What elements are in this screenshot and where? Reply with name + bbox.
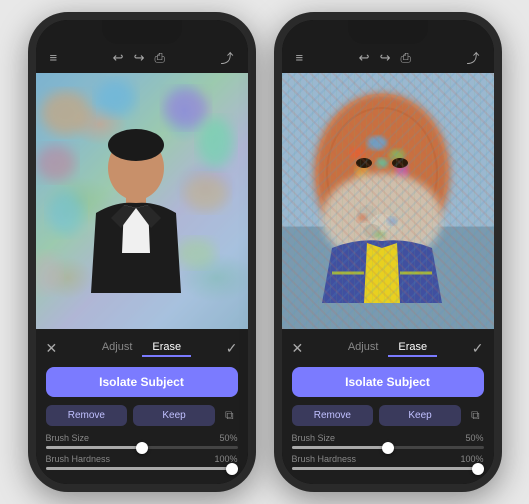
top-bar-right: ≡ ↩ ↪ ⎙ ⤴: [282, 20, 494, 73]
brush-hardness-slider-left[interactable]: [36, 467, 248, 470]
phone-left: ≡ ↩ ↪ ⎙ ⤴: [28, 12, 256, 492]
undo-icon-right[interactable]: ↩: [359, 50, 370, 66]
bottom-panel-left: ✕ Adjust Erase ✓ Isolate Subject Remove …: [36, 329, 248, 484]
tab-adjust-left[interactable]: Adjust: [92, 339, 143, 357]
isolate-subject-button-left[interactable]: Isolate Subject: [46, 367, 238, 397]
photo-right: [282, 73, 494, 329]
clipboard-icon-right[interactable]: ⧉: [467, 406, 484, 425]
menu-icon-right[interactable]: ≡: [296, 50, 304, 65]
brush-size-slider-left[interactable]: [36, 446, 248, 449]
tab-bar-right: ✕ Adjust Erase ✓: [282, 337, 494, 363]
photo-left: [36, 73, 248, 329]
tab-adjust-right[interactable]: Adjust: [338, 339, 389, 357]
phone-right: ≡ ↩ ↪ ⎙ ⤴: [274, 12, 502, 492]
print-icon-right[interactable]: ⎙: [400, 50, 410, 66]
brush-size-value-left: 50%: [219, 433, 237, 443]
brush-hardness-slider-right[interactable]: [282, 467, 494, 470]
keep-button-right[interactable]: Keep: [379, 405, 461, 426]
remove-keep-row-left: Remove Keep ⧉: [36, 401, 248, 430]
share-icon-right[interactable]: ⤴: [466, 48, 479, 67]
isolate-subject-button-right[interactable]: Isolate Subject: [292, 367, 484, 397]
brush-hardness-label-left: Brush Hardness: [46, 454, 111, 464]
close-button-left[interactable]: ✕: [46, 340, 58, 357]
checkmark-button-right[interactable]: ✓: [472, 340, 484, 357]
keep-button-left[interactable]: Keep: [133, 405, 215, 426]
redo-icon-left[interactable]: ↪: [134, 50, 145, 66]
tab-bar-left: ✕ Adjust Erase ✓: [36, 337, 248, 363]
close-button-right[interactable]: ✕: [292, 340, 304, 357]
artistic-overlay-right: [282, 73, 494, 329]
top-bar-left: ≡ ↩ ↪ ⎙ ⤴: [36, 20, 248, 73]
tab-erase-left[interactable]: Erase: [142, 339, 191, 357]
brush-hardness-label-right: Brush Hardness: [292, 454, 357, 464]
remove-button-left[interactable]: Remove: [46, 405, 128, 426]
bottom-panel-right: ✕ Adjust Erase ✓ Isolate Subject Remove …: [282, 329, 494, 484]
undo-icon-left[interactable]: ↩: [113, 50, 124, 66]
photo-area-right: [282, 73, 494, 329]
photo-area-left: [36, 73, 248, 329]
brush-size-label-left: Brush Size: [46, 433, 90, 443]
print-icon-left[interactable]: ⎙: [154, 50, 164, 66]
brush-size-value-right: 50%: [465, 433, 483, 443]
brush-size-slider-right[interactable]: [282, 446, 494, 449]
redo-icon-right[interactable]: ↪: [380, 50, 391, 66]
brush-size-label-right: Brush Size: [292, 433, 336, 443]
remove-button-right[interactable]: Remove: [292, 405, 374, 426]
remove-keep-row-right: Remove Keep ⧉: [282, 401, 494, 430]
clipboard-icon-left[interactable]: ⧉: [221, 406, 238, 425]
checkmark-button-left[interactable]: ✓: [226, 340, 238, 357]
menu-icon-left[interactable]: ≡: [50, 50, 58, 65]
tab-erase-right[interactable]: Erase: [388, 339, 437, 357]
share-icon-left[interactable]: ⤴: [220, 48, 233, 67]
